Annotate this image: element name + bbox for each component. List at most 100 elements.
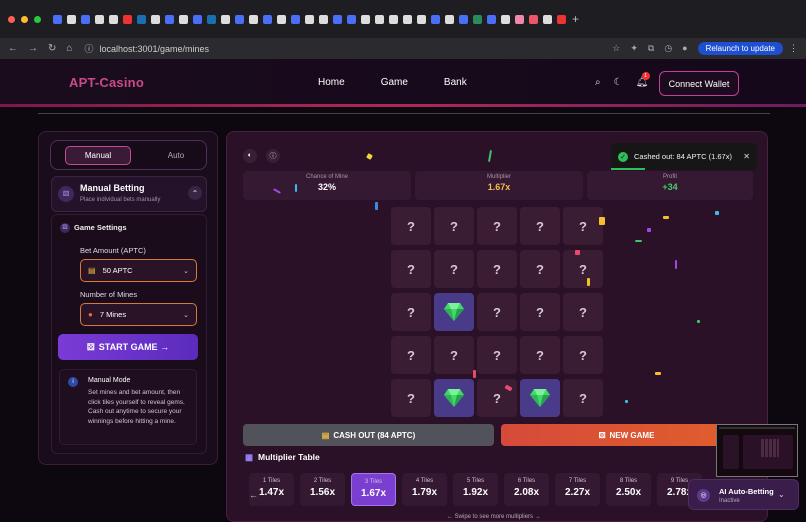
multiplier-card[interactable]: 6 Tiles 2.08x (504, 473, 549, 506)
window-controls[interactable] (0, 15, 41, 23)
relaunch-button[interactable]: Relaunch to update (697, 42, 783, 55)
mine-tile[interactable]: ? (563, 379, 603, 417)
manual-betting-title: Manual Betting (80, 183, 145, 193)
start-game-label: START GAME → (98, 342, 170, 352)
mine-tile[interactable]: ? (477, 207, 517, 245)
multiplier-card[interactable]: 4 Tiles 1.79x (402, 473, 447, 506)
bell-icon[interactable]: 🔔︎ 1 (636, 72, 650, 88)
tab-auto[interactable]: Auto (151, 146, 201, 165)
mine-tile[interactable]: ? (520, 207, 560, 245)
confetti-piece (635, 240, 642, 242)
toast-message: Cashed out: 84 APTC (1.67x) (634, 152, 732, 161)
tile-hidden-label: ? (407, 347, 415, 363)
mine-tile[interactable]: ? (391, 207, 431, 245)
mine-tile[interactable]: ? (434, 336, 474, 374)
close-icon[interactable]: ✕ (743, 152, 750, 161)
site-info-icon[interactable]: ⓘ (84, 42, 93, 55)
mine-tile[interactable]: ? (391, 293, 431, 331)
chevron-up-icon[interactable]: ⌃ (188, 186, 202, 200)
multiplier-card[interactable]: 8 Tiles 2.50x (606, 473, 651, 506)
tile-hidden-label: ? (493, 347, 501, 363)
nav-bank[interactable]: Bank (444, 77, 467, 88)
info-circle-icon[interactable]: ⓘ (266, 149, 280, 163)
tile-hidden-label: ? (493, 304, 501, 320)
info-icon: i (68, 377, 78, 387)
tile-hidden-label: ? (493, 218, 501, 234)
mine-tile[interactable]: ? (434, 207, 474, 245)
url-text[interactable]: localhost:3001/game/mines (99, 44, 209, 54)
ai-status: Inactive (719, 498, 740, 504)
minimize-window-icon[interactable] (21, 15, 28, 23)
mine-tile[interactable]: ? (391, 250, 431, 288)
confetti-piece (587, 278, 590, 286)
table-icon: ▦ (245, 452, 254, 462)
start-game-button[interactable]: ⚄ START GAME → (58, 334, 198, 360)
menu-dots-icon[interactable]: ⋮ (789, 43, 798, 54)
mine-tile[interactable]: ? (563, 293, 603, 331)
search-icon[interactable]: ⌕ (595, 77, 601, 88)
connect-wallet-button[interactable]: Connect Wallet (659, 71, 739, 96)
browser-tabs[interactable] (53, 14, 566, 24)
confetti-piece (655, 372, 661, 375)
multiplier-card[interactable]: 3 Tiles 1.67x (351, 473, 396, 506)
back-icon[interactable]: ← (8, 43, 18, 54)
multiplier-card-value: 1.67x (360, 488, 387, 499)
multiplier-value: 1.67x (487, 182, 511, 192)
betting-panel: Manual Auto ⚄ Manual Betting Place indiv… (38, 131, 218, 465)
tab-manual[interactable]: Manual (65, 146, 131, 165)
mine-tile[interactable]: ? (520, 250, 560, 288)
mine-tile[interactable]: ? (477, 293, 517, 331)
tile-hidden-label: ? (579, 390, 587, 406)
nav-home[interactable]: Home (318, 77, 345, 88)
new-tab-icon[interactable]: + (572, 12, 579, 26)
nav-game[interactable]: Game (381, 77, 408, 88)
close-window-icon[interactable] (8, 15, 15, 23)
profile-icon[interactable]: ● (682, 43, 687, 54)
logo[interactable]: APT-Casino (69, 75, 144, 90)
history-icon[interactable]: ◷ (664, 43, 672, 54)
extensions-icon[interactable]: ⧉ (648, 43, 654, 54)
new-game-button[interactable]: ⚄ NEW GAME (501, 424, 752, 446)
confetti-piece (663, 216, 669, 219)
mine-tile[interactable] (434, 379, 474, 417)
manual-mode-title: Manual Mode (88, 377, 131, 384)
tile-hidden-label: ? (407, 261, 415, 277)
bet-amount-select[interactable]: ▤ 50 APTC ⌄ (80, 259, 197, 282)
theme-moon-icon[interactable]: ☾ (614, 77, 623, 88)
cash-out-button[interactable]: ▤ CASH OUT (84 APTC) (243, 424, 494, 446)
notification-badge: 1 (641, 72, 650, 80)
chevron-down-icon[interactable]: ⌄ (778, 490, 785, 499)
reload-icon[interactable]: ↻ (48, 43, 56, 54)
mine-tile[interactable] (520, 379, 560, 417)
confetti-piece (715, 211, 719, 215)
mine-tile[interactable]: ? (434, 250, 474, 288)
tile-hidden-label: ? (407, 390, 415, 406)
mine-tile[interactable]: ? (391, 379, 431, 417)
forward-icon[interactable]: → (28, 43, 38, 54)
scroll-left-icon[interactable]: ← (249, 490, 258, 500)
sound-icon[interactable]: 🔈︎ (243, 149, 257, 163)
ai-auto-betting-widget[interactable]: ◎ AI Auto-Betting Inactive ⌄ (688, 479, 799, 510)
mine-tile[interactable]: ? (563, 207, 603, 245)
mine-tile[interactable]: ? (563, 250, 603, 288)
mine-tile[interactable]: ? (477, 250, 517, 288)
mine-tile[interactable]: ? (520, 336, 560, 374)
mine-tile[interactable]: ? (477, 336, 517, 374)
confetti-piece (647, 228, 651, 232)
multiplier-card[interactable]: 5 Tiles 1.92x (453, 473, 498, 506)
screen-preview-thumbnail[interactable] (716, 424, 798, 477)
bookmark-star-icon[interactable]: ☆ (612, 43, 620, 54)
mines-select[interactable]: ● 7 Mines ⌄ (80, 303, 197, 326)
mine-tile[interactable] (434, 293, 474, 331)
extension-icon[interactable]: ✦ (630, 43, 638, 54)
mine-tile[interactable]: ? (391, 336, 431, 374)
mine-tile[interactable]: ? (477, 379, 517, 417)
multiplier-card-tiles: 8 Tiles (619, 478, 638, 484)
mine-tile[interactable]: ? (520, 293, 560, 331)
multiplier-card-value: 2.08x (513, 487, 540, 498)
maximize-window-icon[interactable] (34, 15, 41, 23)
home-icon[interactable]: ⌂ (66, 43, 72, 54)
multiplier-card[interactable]: 7 Tiles 2.27x (555, 473, 600, 506)
multiplier-card[interactable]: 2 Tiles 1.56x (300, 473, 345, 506)
mine-tile[interactable]: ? (563, 336, 603, 374)
